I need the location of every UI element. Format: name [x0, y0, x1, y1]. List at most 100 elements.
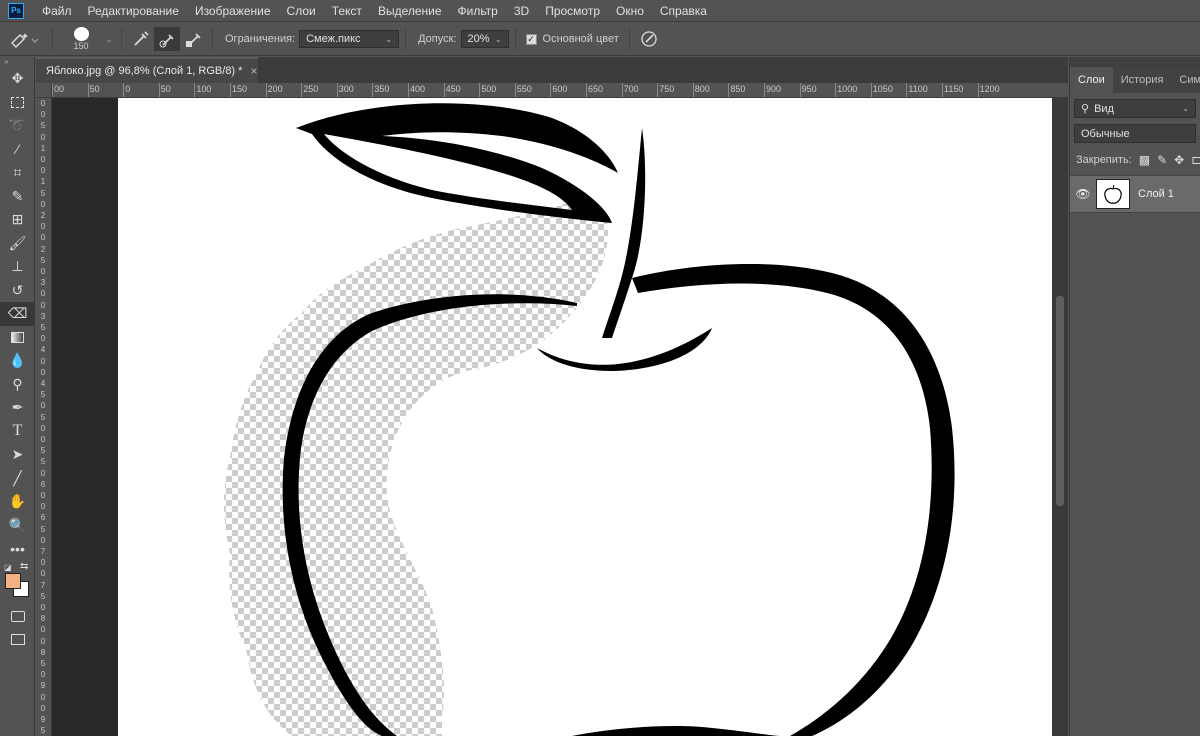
layer-thumbnail[interactable] [1096, 179, 1130, 209]
tolerance-input[interactable]: 20% ⌄ [460, 30, 509, 48]
menu-help[interactable]: Справка [652, 0, 715, 22]
menu-window[interactable]: Окно [608, 0, 652, 22]
ruler-tick-label: 0 [40, 636, 46, 646]
ruler-tick-label: 0 [40, 155, 46, 164]
ruler-tick-label: 950 [801, 84, 817, 94]
ruler-tick-label: 00 [54, 84, 65, 94]
lasso-icon: ➰ [8, 117, 27, 134]
ruler-tick [657, 83, 659, 97]
separator [52, 28, 53, 50]
default-colors-icon[interactable]: ◪ [4, 563, 12, 572]
pressure-button[interactable] [636, 27, 662, 51]
swap-colors-icon[interactable]: ⇆ [20, 561, 28, 572]
tool-preset-picker[interactable] [0, 27, 46, 51]
chevron-down-icon: ⌄ [494, 34, 502, 44]
crop-tool[interactable]: ⌗ [0, 161, 35, 185]
ruler-tick-label: 0 [40, 558, 46, 568]
menu-layers[interactable]: Слои [279, 0, 324, 22]
document-tab[interactable]: Яблоко.jpg @ 96,8% (Слой 1, RGB/8) * × [36, 57, 258, 83]
ruler-tick-label: 0 [40, 356, 46, 366]
sample-once-button[interactable] [154, 27, 180, 51]
lasso-tool[interactable]: ➰ [0, 114, 35, 138]
vertical-scrollbar[interactable] [1052, 98, 1068, 736]
ruler-tick-label: 450 [445, 84, 461, 94]
eyedropper-tool[interactable]: ✎ [0, 185, 35, 209]
brush-tool[interactable]: 🖌 [0, 232, 35, 256]
brush-size-picker[interactable]: 150 [59, 27, 103, 51]
canvas[interactable] [52, 98, 1052, 736]
type-tool[interactable]: T [0, 420, 35, 444]
tab-symbols[interactable]: Симв [1171, 67, 1200, 93]
magic-wand-tool[interactable]: ⁄ [0, 138, 35, 162]
foreground-color-swatch[interactable] [5, 572, 21, 589]
hand-tool[interactable]: ✋ [0, 490, 35, 514]
collapse-arrows-icon[interactable]: » [0, 57, 34, 67]
lock-artboard-icon[interactable]: ⊏ [1191, 153, 1200, 167]
menu-file[interactable]: Файл [34, 0, 80, 22]
stamp-tool[interactable]: ⊥ [0, 255, 35, 279]
lock-transparency-icon[interactable]: ▩ [1139, 153, 1150, 167]
crop-icon: ⌗ [13, 164, 22, 181]
more-tools[interactable]: ••• [0, 537, 35, 561]
scrollbar-thumb[interactable] [1056, 296, 1064, 506]
menu-edit[interactable]: Редактирование [80, 0, 187, 22]
healing-tool[interactable]: ⊞ [0, 208, 35, 232]
ruler-tick [52, 83, 53, 97]
dodge-tool[interactable]: ⚲ [0, 373, 35, 397]
tab-layers[interactable]: Слои [1070, 67, 1113, 93]
path-selection-tool[interactable]: ➤ [0, 443, 35, 467]
ruler-tick [479, 83, 481, 97]
vertical-ruler[interactable]: 0050100150200250300350400450500550600650… [36, 98, 52, 736]
ruler-tick-label: 0 [40, 468, 46, 478]
chevron-down-icon[interactable]: ⌄ [103, 27, 115, 51]
eraser-tool[interactable]: ⌫ [0, 302, 35, 326]
ruler-tick-label: 2 [40, 211, 46, 220]
pen-tool[interactable]: ✒ [0, 396, 35, 420]
sample-continuous-button[interactable] [128, 27, 154, 51]
ruler-tick [336, 83, 338, 97]
history-brush-tool[interactable]: ↺ [0, 279, 35, 303]
limits-value: Смеж.пикс [306, 33, 361, 45]
sample-background-button[interactable] [180, 27, 206, 51]
layer-name[interactable]: Слой 1 [1138, 188, 1174, 200]
menu-filter[interactable]: Фильтр [450, 0, 506, 22]
tab-history[interactable]: История [1113, 67, 1172, 93]
menu-select[interactable]: Выделение [370, 0, 450, 22]
layers-panel: Слои История Симв ⚲ Вид ⌄ Обычные Закреп… [1069, 57, 1200, 736]
blur-tool[interactable]: 💧 [0, 349, 35, 373]
limits-select[interactable]: Смеж.пикс ⌄ [299, 30, 400, 48]
menu-3d[interactable]: 3D [506, 0, 537, 22]
gradient-tool[interactable] [0, 326, 35, 350]
ruler-tick-label: 7 [40, 547, 46, 556]
zoom-tool[interactable]: 🔍 [0, 514, 35, 538]
lock-pixels-icon[interactable]: ✎ [1157, 153, 1167, 167]
ruler-tick-label: 5 [40, 591, 46, 601]
ruler-tick [550, 83, 552, 97]
ruler-tick-label: 5 [40, 323, 46, 332]
menu-image[interactable]: Изображение [187, 0, 279, 22]
canvas-viewport[interactable] [52, 98, 1052, 736]
screen-mode-button[interactable] [0, 628, 35, 652]
brush-size-value: 150 [73, 41, 89, 51]
line-tool[interactable]: ╱ [0, 467, 35, 491]
menu-type[interactable]: Текст [324, 0, 370, 22]
ruler-tick-label: 0 [40, 603, 46, 612]
visibility-eye-icon[interactable]: 👁 [1070, 187, 1096, 201]
move-tool[interactable]: ✥ [0, 67, 35, 91]
quick-mask-button[interactable] [0, 605, 35, 629]
photoshop-logo-icon[interactable]: Ps [8, 2, 24, 19]
marquee-tool[interactable] [0, 91, 35, 115]
layer-filter-select[interactable]: ⚲ Вид ⌄ [1074, 99, 1196, 118]
ruler-tick-label: 0 [40, 334, 46, 344]
close-icon[interactable]: × [250, 64, 257, 78]
horizontal-ruler[interactable]: 00 50 0 50 100 150 200 250 300 350 400 450 500 550 600… [52, 83, 1068, 98]
main-color-checkbox[interactable]: ✓ [525, 33, 537, 45]
tools-panel: » ✥ ➰ ⁄ ⌗ ✎ ⊞ 🖌 ⊥ ↺ ⌫ 💧 ⚲ ✒ T ➤ ╱ ✋ 🔍 ••… [0, 57, 35, 736]
ruler-tick [728, 83, 730, 97]
lock-position-icon[interactable]: ✥ [1174, 153, 1184, 167]
layer-row[interactable]: 👁 Слой 1 [1070, 175, 1200, 213]
panel-tabs: Слои История Симв [1070, 67, 1200, 93]
menu-view[interactable]: Просмотр [537, 0, 608, 22]
separator [514, 28, 516, 50]
blend-mode-select[interactable]: Обычные [1074, 124, 1196, 143]
